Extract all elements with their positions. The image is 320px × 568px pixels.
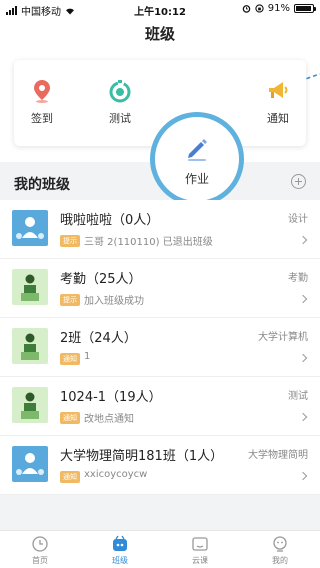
class-message: 改地点通知 (84, 414, 134, 425)
class-message: 1 (84, 351, 91, 362)
tab-cloud-label: 云课 (192, 556, 208, 565)
alarm-icon (242, 5, 251, 13)
class-course: 测试 (288, 391, 308, 402)
class-message: 加入班级成功 (84, 296, 144, 307)
my-classes-title: 我的班级 (14, 177, 70, 193)
megaphone-icon (269, 82, 288, 98)
orientation-lock-icon (255, 4, 264, 13)
cloud-course-icon (192, 537, 208, 551)
quick-actions-area: 签到 测试 通知 作业 (0, 50, 320, 206)
tab-class[interactable]: 班级 (80, 531, 160, 568)
class-avatar (12, 269, 48, 305)
tab-cloud-course[interactable]: 云课 (160, 531, 240, 568)
chevron-right-icon (298, 294, 308, 304)
battery-icon (294, 4, 316, 13)
tab-profile[interactable]: 我的 (240, 531, 320, 568)
class-icon (113, 535, 127, 551)
message-tag: 通知 (60, 412, 80, 424)
class-name: 哦啦啦啦（0人） (60, 213, 160, 228)
class-name: 大学物理简明181班（1人） (60, 449, 224, 464)
teacher-avatar-icon (12, 387, 48, 423)
teacher-avatar-icon (12, 210, 48, 246)
tab-home[interactable]: 首页 (0, 531, 80, 568)
tab-home-label: 首页 (32, 556, 48, 565)
message-tag: 提示 (60, 294, 80, 306)
status-bar: 中国移动 上午10:12 91% (0, 0, 320, 18)
battery-percent: 91% (267, 3, 290, 14)
class-avatar (12, 446, 48, 482)
teacher-avatar-icon (12, 269, 48, 305)
class-avatar (12, 210, 48, 246)
class-avatar (12, 328, 48, 364)
status-right: 91% (242, 3, 316, 14)
class-course: 设计 (288, 214, 308, 225)
add-class-button[interactable] (291, 174, 306, 189)
location-pin-icon (34, 80, 50, 103)
pencil-icon (188, 139, 207, 161)
chevron-right-icon (298, 471, 308, 481)
tab-bar: 首页 班级 云课 我的 (0, 530, 320, 568)
class-row[interactable]: 1024-1（19人） 测试 通知 改地点通知 (0, 377, 320, 436)
profile-icon (273, 536, 287, 552)
notice-action[interactable]: 通知 (250, 78, 306, 126)
stopwatch-icon (109, 80, 131, 103)
class-course: 大学物理简明 (248, 450, 308, 461)
teacher-avatar-icon (12, 446, 48, 482)
message-tag: 通知 (60, 471, 80, 483)
notice-label: 通知 (267, 112, 289, 125)
message-tag: 提示 (60, 235, 80, 247)
class-name: 1024-1（19人） (60, 390, 162, 405)
teacher-avatar-icon (12, 328, 48, 364)
class-list: 哦啦啦啦（0人） 设计 提示 三哥 2(110110) 已退出班级 考勤（25人… (0, 200, 320, 495)
message-tag: 通知 (60, 353, 80, 365)
nav-bar: 班级 (0, 18, 320, 50)
test-action[interactable]: 测试 (92, 78, 148, 126)
tab-profile-label: 我的 (272, 556, 288, 565)
page-title: 班级 (144, 25, 175, 43)
chevron-right-icon (298, 235, 308, 245)
class-course: 大学计算机 (258, 332, 308, 343)
class-avatar (12, 387, 48, 423)
tab-class-label: 班级 (112, 556, 128, 565)
checkin-action[interactable]: 签到 (14, 78, 70, 126)
class-name: 2班（24人） (60, 331, 137, 346)
home-clock-icon (32, 536, 48, 552)
class-message: 三哥 2(110110) 已退出班级 (84, 237, 213, 248)
class-row[interactable]: 哦啦啦啦（0人） 设计 提示 三哥 2(110110) 已退出班级 (0, 200, 320, 259)
my-classes-header: 我的班级 (0, 170, 320, 196)
class-message: xxicoycoycw (84, 469, 148, 480)
class-name: 考勤（25人） (60, 272, 142, 287)
class-row[interactable]: 大学物理简明181班（1人） 大学物理简明 通知 xxicoycoycw (0, 436, 320, 495)
class-course: 考勤 (288, 273, 308, 284)
test-label: 测试 (109, 112, 131, 125)
chevron-right-icon (298, 353, 308, 363)
class-row[interactable]: 考勤（25人） 考勤 提示 加入班级成功 (0, 259, 320, 318)
chevron-right-icon (298, 412, 308, 422)
checkin-label: 签到 (31, 112, 53, 125)
class-row[interactable]: 2班（24人） 大学计算机 通知 1 (0, 318, 320, 377)
